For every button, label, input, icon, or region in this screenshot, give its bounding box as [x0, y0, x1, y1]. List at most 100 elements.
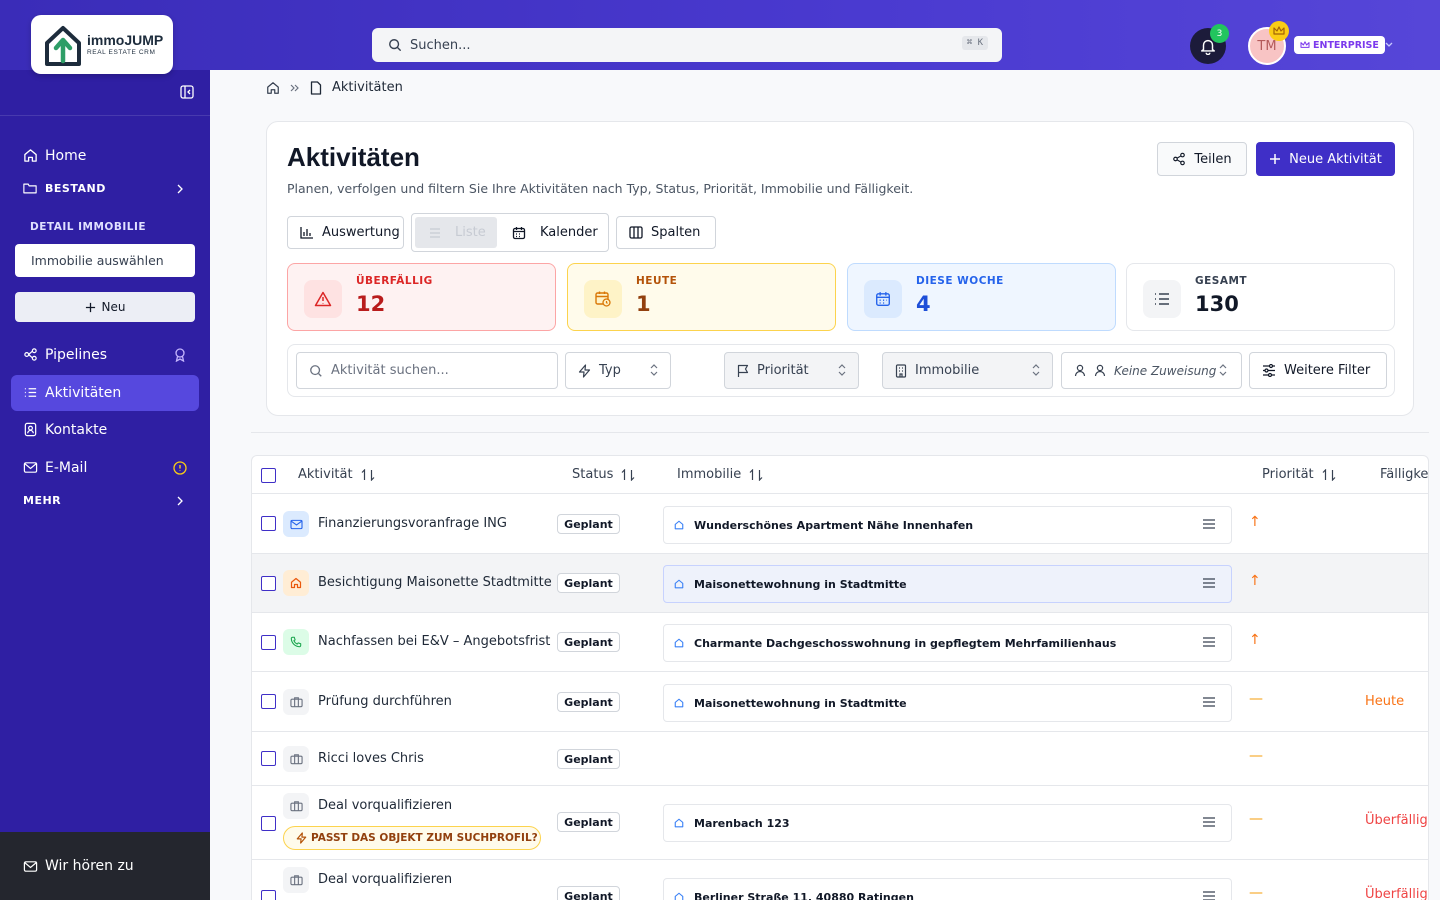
- menu-icon[interactable]: [1203, 817, 1215, 827]
- mail-icon: [23, 860, 38, 872]
- calendar-icon: [864, 280, 902, 318]
- column-header-status[interactable]: Status: [572, 467, 635, 482]
- collapse-sidebar-icon[interactable]: [180, 85, 194, 103]
- sidebar-item-label: Kontakte: [45, 422, 108, 438]
- row-checkbox[interactable]: [261, 635, 276, 650]
- stat-gesamt[interactable]: GESAMT 130: [1126, 263, 1395, 331]
- menu-icon[interactable]: [1203, 637, 1215, 647]
- filter-zuweisung[interactable]: Keine Zuweisung: [1061, 352, 1242, 389]
- sidebar-item-aktivitaeten[interactable]: Aktivitäten: [11, 375, 199, 411]
- table-row[interactable]: Deal vorqualifizieren PASST DAS OBJEKT Z…: [252, 786, 1428, 860]
- user-icon: [1094, 364, 1106, 377]
- section-divider: [251, 432, 1429, 433]
- table-row[interactable]: Ricci loves Chris Geplant —: [252, 732, 1428, 786]
- priority-indicator: ↑: [1249, 573, 1261, 589]
- sidebar-item-pipelines[interactable]: Pipelines: [11, 337, 199, 373]
- row-checkbox[interactable]: [261, 816, 276, 831]
- chevron-up-down-icon: [838, 364, 846, 376]
- property-chip[interactable]: Wunderschönes Apartment Nähe Innenhafen: [663, 506, 1232, 544]
- column-label: Aktivität: [298, 467, 353, 482]
- menu-icon[interactable]: [1203, 578, 1215, 588]
- activity-name: Ricci loves Chris: [318, 751, 424, 766]
- filter-bar: Aktivität suchen... Typ Priorität Immobi…: [287, 344, 1395, 397]
- stat-ueberfaellig[interactable]: ÜBERFÄLLIG 12: [287, 263, 556, 331]
- suggestion-pill[interactable]: PASST DAS OBJEKT ZUM SUCHPROFIL?: [283, 826, 541, 850]
- row-checkbox[interactable]: [261, 890, 276, 900]
- share-button[interactable]: Teilen: [1157, 142, 1247, 176]
- new-property-button[interactable]: Neu: [15, 292, 195, 322]
- stat-diese-woche[interactable]: DIESE WOCHE 4: [847, 263, 1116, 331]
- more-filters-button[interactable]: Weitere Filter: [1249, 352, 1387, 389]
- table-row[interactable]: Nachfassen bei E&V – Angebotsfrist Gepla…: [252, 613, 1428, 672]
- sidebar-section-bestand[interactable]: BESTAND: [23, 182, 183, 195]
- status-badge: Geplant: [557, 632, 620, 652]
- property-chip[interactable]: Berliner Straße 11, 40880 Ratingen: [663, 878, 1232, 900]
- row-checkbox[interactable]: [261, 751, 276, 766]
- property-chip[interactable]: Maisonettewohnung in Stadtmitte: [663, 565, 1232, 603]
- home-icon: [674, 520, 684, 530]
- row-checkbox[interactable]: [261, 516, 276, 531]
- property-name: Marenbach 123: [694, 816, 790, 830]
- stat-heute[interactable]: HEUTE 1: [567, 263, 836, 331]
- stat-value: 12: [356, 292, 386, 316]
- home-icon[interactable]: [266, 81, 280, 95]
- column-header-aktivitaet[interactable]: Aktivität: [298, 467, 375, 482]
- menu-icon[interactable]: [1203, 891, 1215, 900]
- sidebar-item-email[interactable]: E-Mail: [11, 450, 199, 486]
- sliders-icon: [1263, 364, 1275, 377]
- table-row[interactable]: Finanzierungsvoranfrage ING Geplant Wund…: [252, 494, 1428, 554]
- view-kalender-button[interactable]: Kalender: [512, 217, 598, 248]
- property-chip[interactable]: Charmante Dachgeschosswohnung in gepfleg…: [663, 624, 1232, 662]
- property-chip[interactable]: Marenbach 123: [663, 804, 1232, 842]
- table-row[interactable]: Deal vorqualifizieren Geplant Berliner S…: [252, 860, 1428, 900]
- sidebar-divider: [0, 115, 210, 116]
- stat-value: 130: [1195, 292, 1239, 316]
- sidebar-item-home[interactable]: Home: [11, 138, 199, 174]
- new-activity-button[interactable]: Neue Aktivität: [1256, 142, 1395, 176]
- sidebar-section-mehr[interactable]: MEHR: [23, 494, 183, 507]
- global-search[interactable]: Suchen... ⌘ K: [372, 28, 1002, 62]
- stat-label: DIESE WOCHE: [916, 275, 1004, 287]
- priority-indicator: ↑: [1249, 632, 1261, 648]
- row-checkbox[interactable]: [261, 694, 276, 709]
- menu-icon[interactable]: [1203, 519, 1215, 529]
- home-icon: [674, 638, 684, 648]
- auswertung-button[interactable]: Auswertung: [287, 216, 404, 249]
- view-liste-button[interactable]: Liste: [415, 217, 497, 248]
- filter-typ[interactable]: Typ: [565, 352, 671, 389]
- feedback-link[interactable]: Wir hören zu: [0, 832, 210, 900]
- sidebar-item-kontakte[interactable]: Kontakte: [11, 412, 199, 448]
- home-icon: [674, 818, 684, 828]
- list-icon: [1143, 280, 1181, 318]
- pipeline-icon: [23, 347, 39, 363]
- filter-label: Typ: [599, 363, 621, 378]
- property-select[interactable]: Immobilie auswählen: [15, 244, 195, 277]
- crown-icon: [1269, 21, 1289, 41]
- menu-icon[interactable]: [1203, 697, 1215, 707]
- property-chip[interactable]: Maisonettewohnung in Stadtmitte: [663, 684, 1232, 722]
- app-logo[interactable]: immoJUMP REAL ESTATE CRM: [31, 15, 173, 74]
- briefcase-icon: [283, 689, 309, 715]
- view-kalender-label: Kalender: [540, 225, 598, 240]
- briefcase-icon: [283, 793, 309, 819]
- spalten-button[interactable]: Spalten: [616, 216, 716, 249]
- breadcrumb-current: Aktivitäten: [332, 80, 403, 95]
- brand-name: immoJUMP: [87, 31, 164, 48]
- plan-badge[interactable]: ENTERPRISE: [1294, 36, 1385, 54]
- home-icon: [674, 579, 684, 589]
- table-row[interactable]: Besichtigung Maisonette Stadtmitte Gepla…: [252, 554, 1428, 613]
- column-header-immobilie[interactable]: Immobilie: [677, 467, 763, 482]
- search-icon: [310, 364, 322, 377]
- row-checkbox[interactable]: [261, 576, 276, 591]
- filter-immobilie[interactable]: Immobilie: [882, 352, 1053, 389]
- filter-prioritaet[interactable]: Priorität: [724, 352, 859, 389]
- spalten-label: Spalten: [651, 225, 701, 240]
- select-all-checkbox[interactable]: [261, 468, 276, 483]
- plus-icon: [85, 302, 95, 312]
- activity-search-input[interactable]: Aktivität suchen...: [296, 352, 558, 389]
- chevron-down-icon[interactable]: [1384, 38, 1394, 53]
- table-row[interactable]: Prüfung durchführen Geplant Maisonettewo…: [252, 672, 1428, 732]
- column-header-prioritaet[interactable]: Priorität: [1262, 467, 1336, 482]
- activity-name: Prüfung durchführen: [318, 694, 452, 709]
- column-header-faelligkeit[interactable]: Fälligkei: [1380, 467, 1428, 482]
